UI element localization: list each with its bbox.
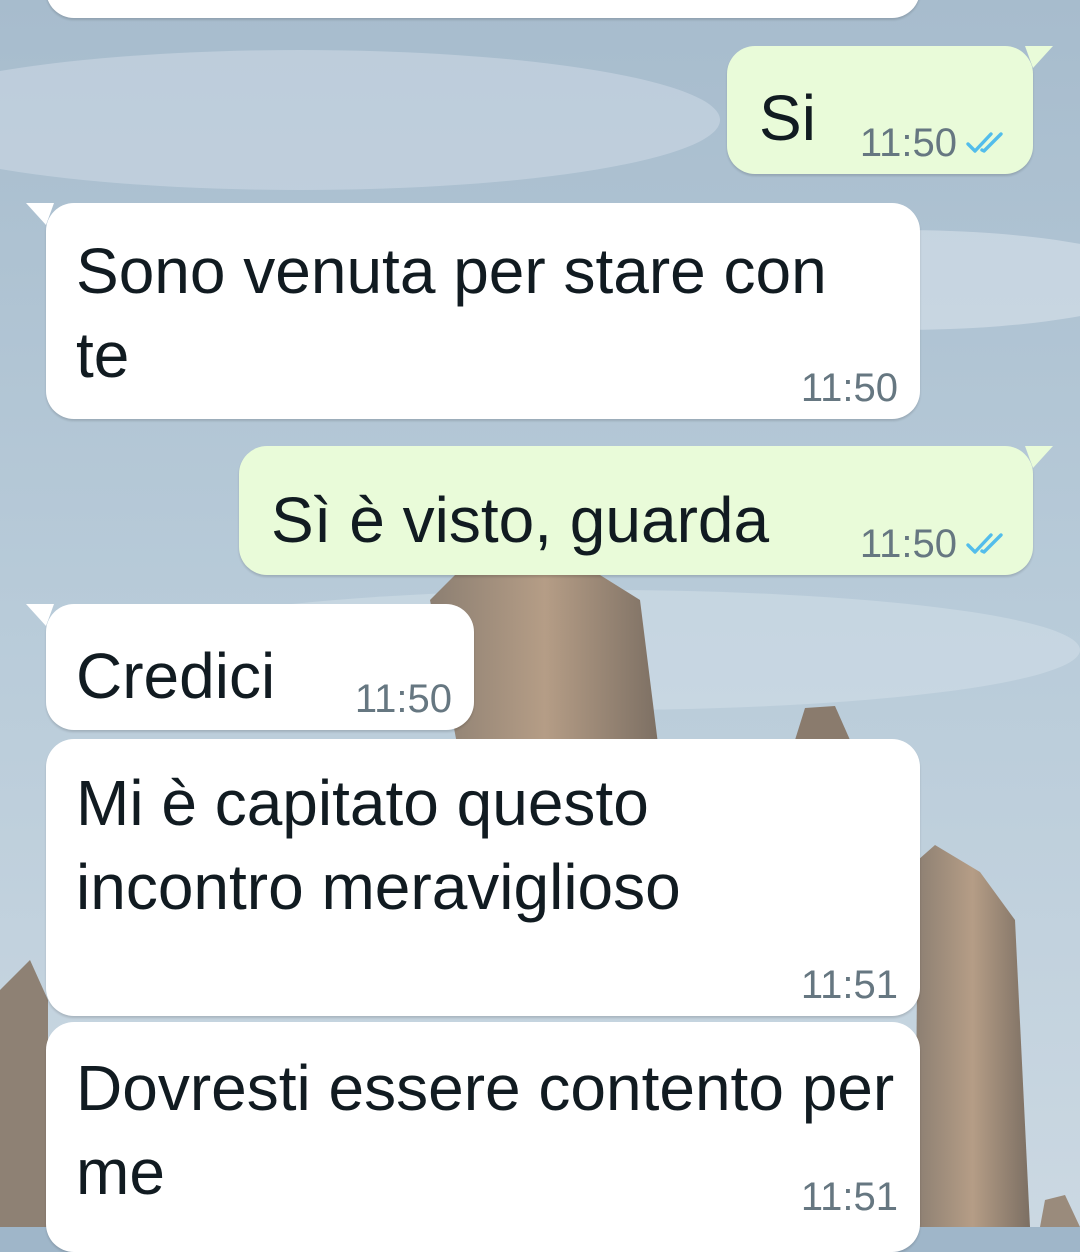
message-bubble-incoming[interactable]: Credici 11:50 [26, 604, 474, 730]
message-meta: 11:51 [801, 1172, 898, 1222]
message-bubble-partial[interactable] [46, 0, 920, 18]
message-text: Sono venuta per stare con te [76, 235, 827, 391]
message-meta: 11:51 [801, 960, 898, 1010]
bubble-tail-icon [1025, 46, 1053, 68]
message-meta: 11:50 [860, 118, 1011, 168]
message-time: 11:50 [859, 121, 957, 165]
message-meta: 11:50 [860, 519, 1011, 569]
message-meta: 11:50 [801, 363, 898, 413]
message-time: 11:51 [800, 963, 898, 1007]
message-meta: 11:50 [355, 674, 452, 724]
message-text: Dovresti essere contento per me [76, 1052, 895, 1208]
message-bubble-outgoing[interactable]: Sì è visto, guarda 11:50 [239, 446, 1053, 575]
message-bubble-incoming[interactable]: Dovresti essere contento per me 11:51 [46, 1022, 920, 1252]
bubble-tail-icon [26, 604, 54, 626]
bubble-tail-icon [1025, 446, 1053, 468]
message-bubble-incoming[interactable]: Sono venuta per stare con te 11:50 [26, 203, 920, 419]
double-check-blue-icon [966, 132, 1003, 153]
message-time: 11:50 [354, 677, 452, 721]
message-list[interactable]: Si 11:50 Sono venuta per stare con te 11… [0, 0, 1080, 1252]
message-time: 11:51 [800, 1175, 898, 1219]
message-time: 11:50 [859, 522, 957, 566]
bubble-tail-icon [26, 203, 54, 225]
message-time: 11:50 [800, 366, 898, 410]
message-text: Mi è capitato questo incontro meraviglio… [76, 767, 681, 923]
message-bubble-outgoing[interactable]: Si 11:50 [727, 46, 1053, 174]
message-bubble-incoming[interactable]: Mi è capitato questo incontro meraviglio… [46, 739, 920, 1016]
double-check-blue-icon [966, 533, 1003, 554]
